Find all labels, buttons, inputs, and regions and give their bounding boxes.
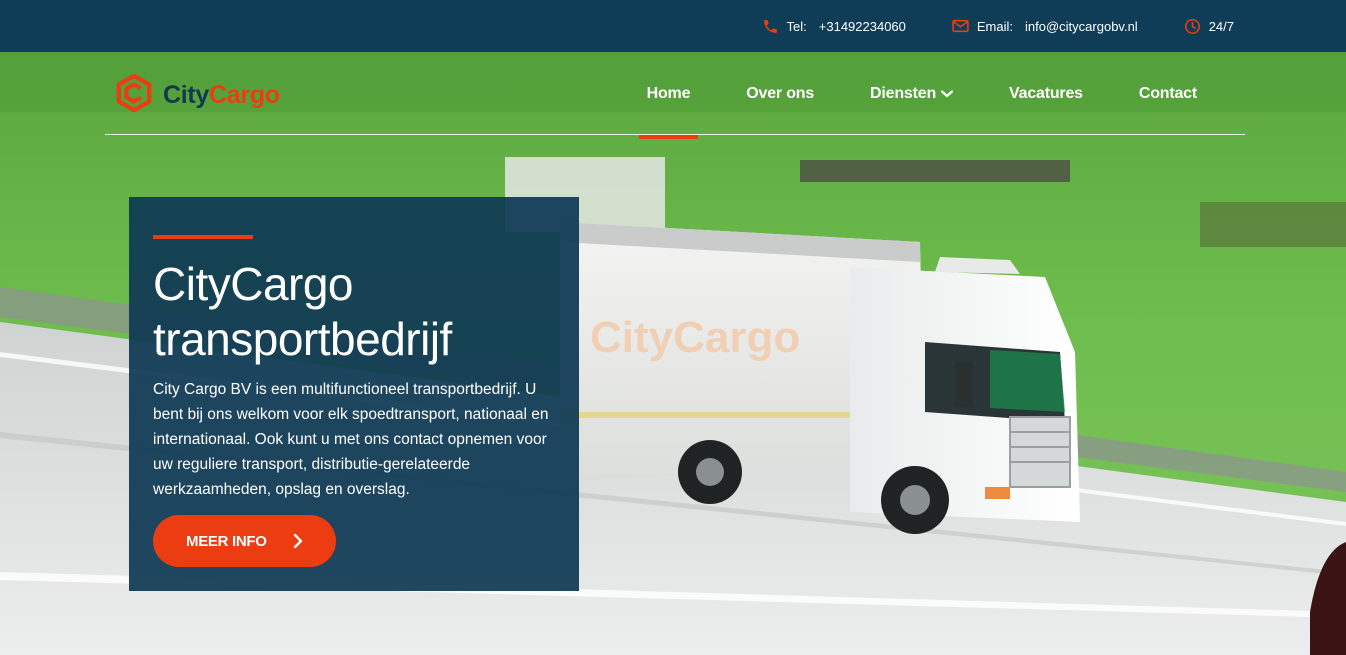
phone-value[interactable]: +31492234060 <box>819 19 906 34</box>
hero-title: CityCargo transportbedrijf <box>153 258 452 365</box>
nav-item-over-ons[interactable]: Over ons <box>718 52 842 135</box>
truck-lettering: CityCargo <box>590 313 800 362</box>
hours-info: 24/7 <box>1184 18 1234 35</box>
phone-label: Tel: <box>786 18 807 34</box>
nav-item-over-ons-label: Over ons <box>746 84 815 102</box>
email-info[interactable]: Email: info@citycargobv.nl <box>952 19 1138 34</box>
logo-text-city: City <box>163 81 210 109</box>
meer-info-button[interactable]: MEER INFO <box>153 515 336 567</box>
nav-item-vacatures-label: Vacatures <box>1009 84 1083 102</box>
nav-item-diensten[interactable]: Diensten <box>842 52 981 135</box>
hero-accent-bar <box>153 235 253 239</box>
hero-card: CityCargo transportbedrijf City Cargo BV… <box>129 197 579 591</box>
nav-item-contact[interactable]: Contact <box>1111 52 1225 135</box>
logo-text-cargo: Cargo <box>209 81 280 109</box>
email-value[interactable]: info@citycargobv.nl <box>1025 19 1138 34</box>
chevron-down-icon <box>940 85 954 103</box>
top-info-bar: Tel: +31492234060 Email: info@citycargob… <box>0 0 1346 52</box>
logo-text: CityCargo <box>163 81 280 110</box>
site-header: CityCargo Home Over ons Diensten Vacatur… <box>105 52 1245 139</box>
nav-item-home[interactable]: Home <box>619 52 719 139</box>
hero-description: City Cargo BV is een multifunctioneel tr… <box>153 381 549 498</box>
nav-item-contact-label: Contact <box>1138 84 1197 102</box>
hours-value: 24/7 <box>1208 18 1234 34</box>
nav-item-diensten-label: Diensten <box>870 84 937 102</box>
phone-icon <box>762 18 779 35</box>
site-logo[interactable]: CityCargo <box>115 73 280 117</box>
header-divider <box>105 134 1245 135</box>
clock-icon <box>1184 18 1201 35</box>
logo-icon <box>115 73 153 117</box>
email-label: Email: <box>976 18 1014 34</box>
nav-item-home-label: Home <box>646 84 691 102</box>
mail-icon <box>952 19 969 33</box>
main-nav: Home Over ons Diensten Vacatures Contact <box>619 52 1225 139</box>
nav-item-vacatures[interactable]: Vacatures <box>981 52 1111 135</box>
page: Tel: +31492234060 Email: info@citycargob… <box>0 0 1346 655</box>
meer-info-button-label: MEER INFO <box>186 532 267 550</box>
phone-info[interactable]: Tel: +31492234060 <box>762 18 906 35</box>
chevron-right-icon <box>293 533 303 553</box>
